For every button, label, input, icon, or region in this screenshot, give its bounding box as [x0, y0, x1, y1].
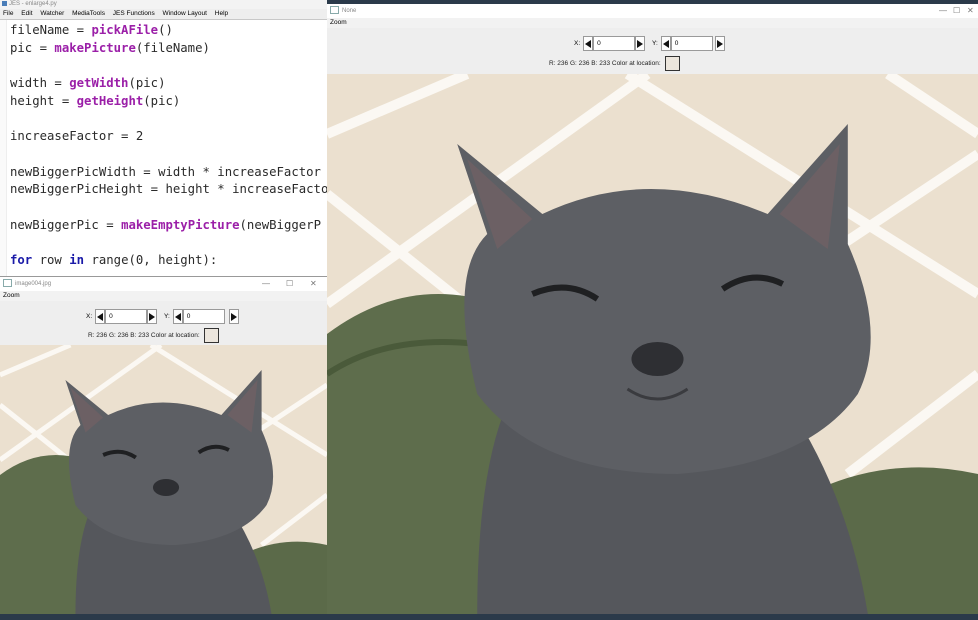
minimize-button[interactable]: —: [939, 4, 947, 18]
maximize-button[interactable]: ☐: [286, 277, 293, 291]
menu-file[interactable]: File: [3, 10, 13, 17]
code-line[interactable]: newBiggerPic = makeEmptyPicture(newBigge…: [10, 218, 321, 232]
menu-help[interactable]: Help: [215, 10, 228, 17]
code-line[interactable]: height = getHeight(pic): [10, 94, 180, 108]
desktop-taskbar-strip: [0, 614, 978, 620]
menu-edit[interactable]: Edit: [21, 10, 32, 17]
minimize-button[interactable]: —: [262, 277, 270, 291]
x-label: X:: [86, 313, 93, 320]
right-arrow-icon: [716, 39, 723, 48]
color-info-row: R: 236 G: 236 B: 233 Color at location:: [88, 328, 219, 343]
editor-title: JES - enlarge4.py: [9, 1, 57, 7]
y-coordinate-row: Y: 0: [652, 36, 725, 51]
small-picture-window: image004.jpg — ☐ ✕ Zoom X: 0 Y: 0 R: 236…: [0, 276, 327, 615]
maximize-button[interactable]: ☐: [953, 4, 960, 18]
picture-icon: [330, 6, 339, 15]
left-arrow-icon: [174, 312, 181, 321]
y-label: Y:: [164, 313, 170, 320]
x-coordinate-row: X: 0: [574, 36, 646, 51]
y-label: Y:: [652, 40, 658, 47]
x-next-button[interactable]: [635, 36, 646, 51]
code-line[interactable]: newBiggerPicHeight = height * increaseFa…: [10, 182, 327, 196]
editor-menubar: File Edit Watcher MediaTools JES Functio…: [0, 9, 327, 20]
jes-editor-window: JES - enlarge4.py File Edit Watcher Medi…: [0, 0, 327, 276]
pixel-explorer-controls: X: 0 Y: 0 R: 236 G: 236 B: 233 Color at …: [327, 28, 978, 74]
big-cat-photo[interactable]: [327, 74, 978, 614]
code-line[interactable]: pic = makePicture(fileName): [10, 41, 210, 55]
close-button[interactable]: ✕: [967, 4, 974, 18]
code-editor[interactable]: fileName = pickAFile() pic = makePicture…: [0, 20, 327, 276]
code-line[interactable]: newBiggerPicWidth = width * increaseFact…: [10, 165, 321, 179]
editor-titlebar: JES - enlarge4.py: [0, 0, 327, 9]
menu-jes-functions[interactable]: JES Functions: [113, 10, 155, 17]
close-button[interactable]: ✕: [310, 277, 317, 291]
right-arrow-icon: [637, 39, 644, 48]
left-arrow-icon: [97, 312, 104, 321]
cat-photo-image: [327, 74, 978, 614]
small-cat-photo[interactable]: [0, 345, 327, 615]
y-next-button[interactable]: [228, 309, 239, 324]
zoom-menu[interactable]: Zoom: [0, 291, 327, 301]
y-coordinate-input[interactable]: 0: [182, 309, 225, 324]
y-prev-button[interactable]: [172, 309, 183, 324]
menu-watcher[interactable]: Watcher: [40, 10, 64, 17]
code-line[interactable]: fileName = pickAFile(): [10, 23, 173, 37]
left-arrow-icon: [662, 39, 669, 48]
line-gutter: [0, 20, 7, 276]
cat-photo-image: [0, 345, 327, 615]
big-window-title: None: [342, 8, 357, 14]
right-arrow-icon: [230, 312, 237, 321]
x-next-button[interactable]: [147, 309, 158, 324]
pixel-explorer-controls: X: 0 Y: 0 R: 236 G: 236 B: 233 Color at …: [0, 301, 327, 345]
big-picture-window: None — ☐ ✕ Zoom X: 0 Y: 0 R: 236 G: 236 …: [327, 4, 978, 614]
x-coordinate-input[interactable]: 0: [593, 36, 636, 51]
color-swatch: [203, 328, 219, 343]
small-window-title: image004.jpg: [15, 281, 52, 287]
color-info-row: R: 236 G: 236 B: 233 Color at location:: [549, 56, 680, 71]
x-coordinate-input[interactable]: 0: [105, 309, 148, 324]
y-coordinate-input[interactable]: 0: [670, 36, 713, 51]
jes-app-icon: [2, 0, 7, 6]
big-window-titlebar: None — ☐ ✕: [327, 4, 978, 18]
left-arrow-icon: [585, 39, 592, 48]
code-line[interactable]: width = getWidth(pic): [10, 76, 166, 90]
zoom-menu[interactable]: Zoom: [327, 18, 978, 28]
y-coordinate-row: Y: 0: [164, 309, 239, 324]
code-line[interactable]: for row in range(0, height):: [10, 253, 217, 267]
x-prev-button[interactable]: [95, 309, 106, 324]
x-label: X:: [574, 40, 581, 47]
picture-icon: [3, 279, 12, 288]
y-next-button[interactable]: [714, 36, 725, 51]
small-window-titlebar: image004.jpg — ☐ ✕: [0, 277, 327, 291]
y-prev-button[interactable]: [660, 36, 671, 51]
menu-mediatools[interactable]: MediaTools: [72, 10, 105, 17]
code-line[interactable]: increaseFactor = 2: [10, 129, 143, 143]
color-readout: R: 236 G: 236 B: 233 Color at location:: [88, 332, 200, 339]
color-swatch: [664, 56, 680, 71]
menu-window-layout[interactable]: Window Layout: [163, 10, 207, 17]
color-readout: R: 236 G: 236 B: 233 Color at location:: [549, 60, 661, 67]
x-coordinate-row: X: 0: [86, 309, 158, 324]
x-prev-button[interactable]: [583, 36, 594, 51]
right-arrow-icon: [149, 312, 156, 321]
